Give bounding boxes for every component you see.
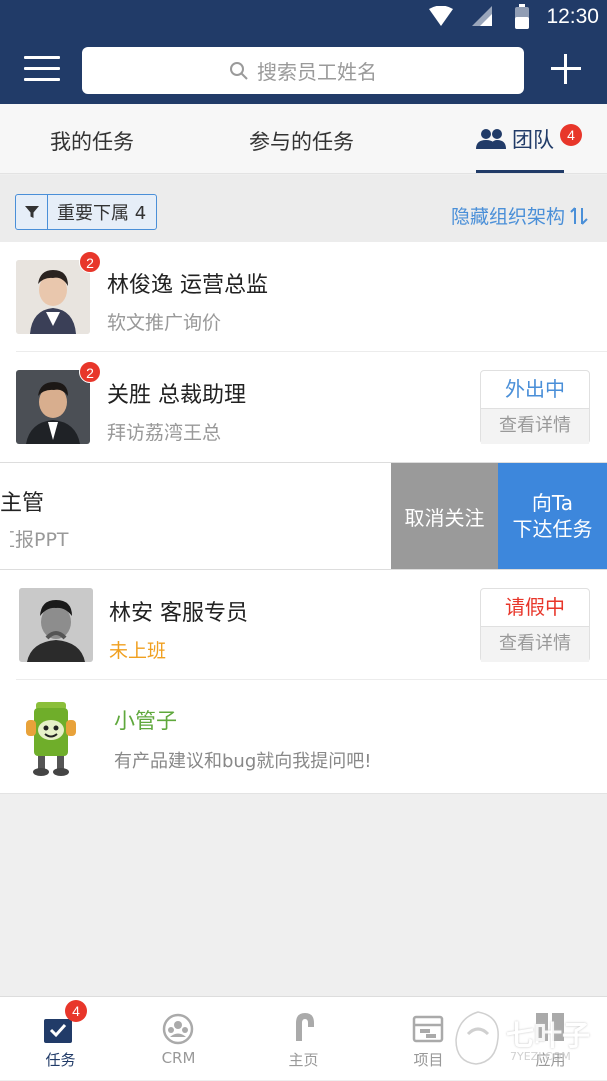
member-name: 关胜 总裁助理 [107,383,246,408]
tab-bar: 我的任务 参与的任务 团队 4 [0,104,607,174]
filter-icon [16,195,48,229]
avatar [16,260,90,334]
watermark-text: 七叶子 [506,1019,591,1052]
search-input[interactable]: 搜索员工姓名 [82,47,524,94]
nav-tasks[interactable]: 4 任务 [0,997,121,1081]
clock: 12:30 [546,5,599,28]
team-member-list: 2 林俊逸 运营总监 软文推广询价 2 关胜 总裁助理 拜访荔湾王总 外出中 查… [0,242,607,794]
assistant-name: 小管子 [114,709,177,733]
member-status-text: 未上班 [109,640,167,662]
tab-team-label: 团队 [512,128,554,152]
crm-icon [162,1013,194,1045]
hide-org-label: 隐藏组织架构 [450,206,565,228]
assign-line-1: 向Ta [531,491,574,515]
filter-bar: 重要下属 4 隐藏组织架构 [0,175,607,242]
tasks-badge: 4 [65,1000,87,1022]
hide-org-structure-button[interactable]: 隐藏组织架构 [451,202,589,229]
avatar [16,370,90,444]
mascot-icon [26,702,76,776]
nav-label: 主页 [288,1051,319,1069]
list-item[interactable]: 2 关胜 总裁助理 拜访荔湾王总 外出中 查看详情 [0,352,607,462]
feedback-assistant-item[interactable]: 小管子 有产品建议和bug就向我提问吧! [0,680,607,794]
nav-label: 任务 [45,1051,76,1069]
watermark: 七叶子 7YEZI.COM [450,1002,600,1076]
status-out: 外出中 [481,371,589,409]
search-icon [230,61,248,80]
assign-task-button[interactable]: 向Ta 下达任务 [498,463,607,569]
unfollow-button[interactable]: 取消关注 [391,463,498,569]
filter-label: 重要下属 4 [57,203,147,224]
projects-icon [412,1015,444,1043]
watermark-url: 7YEZI.COM [510,1050,571,1063]
nav-home[interactable]: 主页 [243,997,364,1081]
assign-line-2: 下达任务 [512,517,593,541]
member-name: 林俊逸 运营总监 [107,273,268,298]
menu-button[interactable] [24,56,60,86]
watermark-logo [455,1011,499,1065]
member-task: 拜访荔湾王总 [107,422,222,444]
member-name: 林安 客服专员 [109,601,248,626]
menu-icon-line [24,78,60,81]
avatar [19,588,93,662]
unread-badge: 2 [79,251,101,273]
active-tab-indicator [476,170,564,173]
sort-icon [570,206,588,225]
wifi-icon [429,6,453,26]
important-subordinates-filter[interactable]: 重要下属 4 [15,194,158,230]
nav-crm[interactable]: CRM [118,997,239,1081]
menu-icon-line [24,67,60,70]
list-item[interactable]: 2 林俊逸 运营总监 软文推广询价 [0,242,607,352]
team-icon [476,129,506,149]
view-details-button[interactable]: 查看详情 [481,409,589,444]
swiped-list-item[interactable]: 主管 汇报PPT 取消关注 向Ta 下达任务 [0,462,607,570]
member-name: 主管 [0,491,45,516]
list-item[interactable]: 林安 客服专员 未上班 请假中 查看详情 [0,570,607,680]
status-box[interactable]: 外出中 查看详情 [480,370,590,444]
home-icon [296,1013,314,1041]
assistant-hint: 有产品建议和bug就向我提问吧! [114,751,372,772]
status-leave: 请假中 [481,589,589,627]
status-bar: 12:30 [0,0,607,36]
member-task: 软文推广询价 [107,312,222,334]
tab-my-tasks[interactable]: 我的任务 [50,126,134,156]
top-bar: 搜索员工姓名 [0,36,607,104]
nav-label: CRM [161,1049,196,1067]
member-task: 汇报PPT [0,529,69,551]
add-button[interactable] [551,54,581,84]
unread-badge: 2 [79,361,101,383]
team-badge: 4 [560,124,582,146]
status-box[interactable]: 请假中 查看详情 [480,588,590,662]
menu-icon-line [24,56,60,59]
view-details-button[interactable]: 查看详情 [481,627,589,662]
tab-joined-tasks[interactable]: 参与的任务 [249,126,354,156]
search-placeholder: 搜索员工姓名 [257,60,377,84]
signal-icon [472,6,492,26]
battery-icon [515,4,529,29]
tab-team[interactable]: 团队 4 [476,124,582,154]
